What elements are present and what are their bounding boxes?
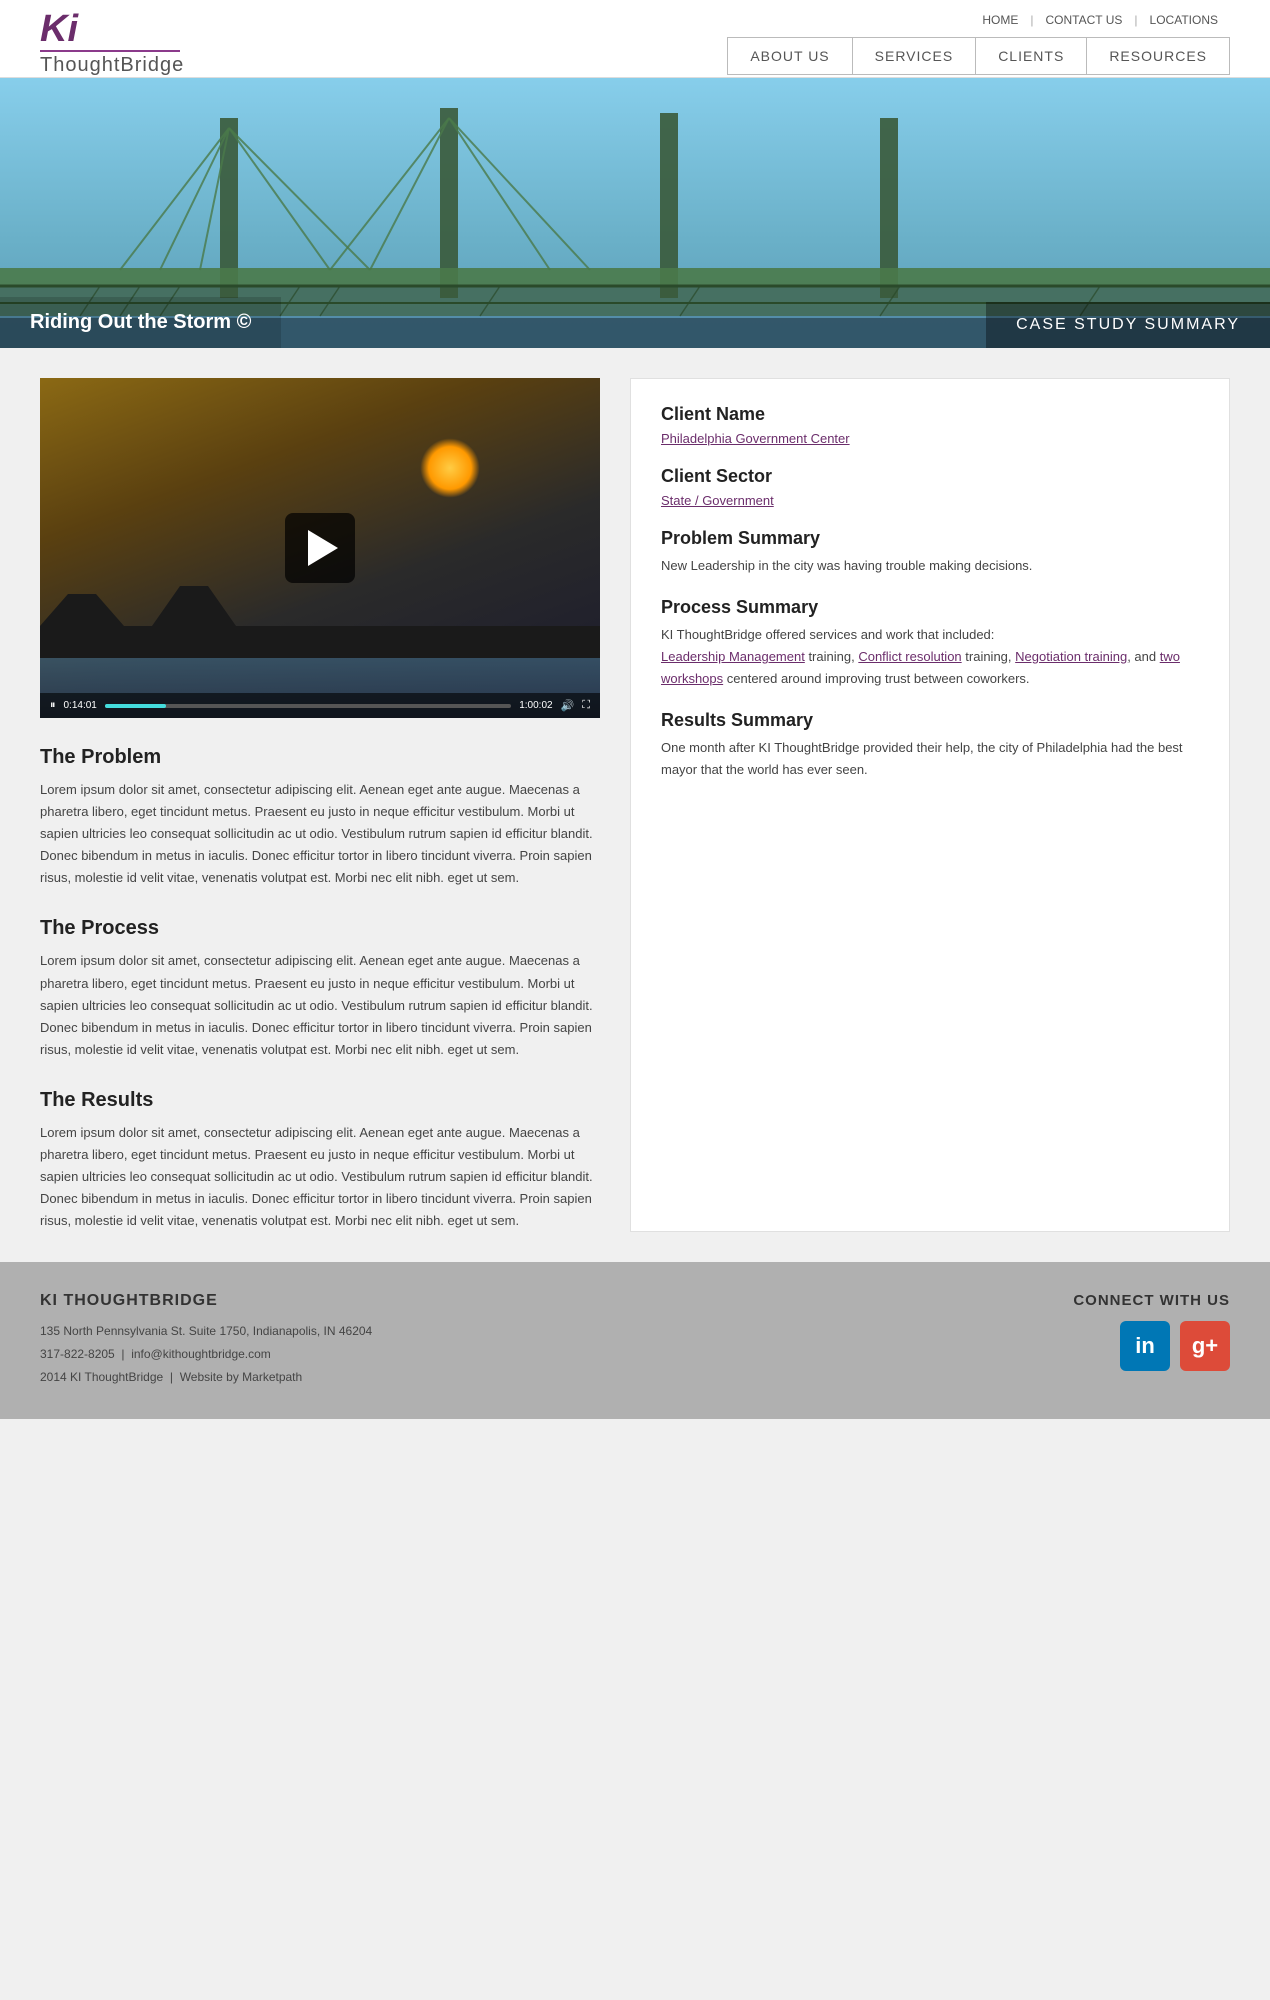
nav-clients[interactable]: CLIENTS bbox=[976, 37, 1087, 75]
nav-buttons: ABOUT US SERVICES CLIENTS RESOURCES bbox=[727, 37, 1230, 75]
client-sector-label: Client Sector bbox=[661, 466, 1199, 487]
main-content: ⏸ 0:14:01 1:00:02 🔊 ⛶ The Problem Lorem … bbox=[0, 348, 1270, 1262]
link3-after: , and bbox=[1127, 649, 1160, 664]
video-bridge-silhouette bbox=[40, 578, 600, 658]
contact-link[interactable]: CONTACT US bbox=[1034, 13, 1135, 27]
client-sector-value[interactable]: State / Government bbox=[661, 493, 1199, 508]
gplus-label: g+ bbox=[1192, 1333, 1218, 1359]
fullscreen-button[interactable]: ⛶ bbox=[582, 699, 590, 712]
hero-case-study-overlay: CASE STUDY SUMMARY bbox=[986, 302, 1270, 348]
footer: KI THOUGHTBRIDGE 135 North Pennsylvania … bbox=[0, 1262, 1270, 1418]
footer-copyright: 2014 KI ThoughtBridge bbox=[40, 1370, 163, 1384]
logo-underline bbox=[40, 50, 180, 52]
footer-copyright-sep: | bbox=[167, 1370, 180, 1384]
footer-contact: 317-822-8205 | info@kithoughtbridge.com bbox=[40, 1343, 372, 1366]
logo-ki-text: Ki bbox=[40, 8, 78, 50]
client-name-label: Client Name bbox=[661, 404, 1199, 425]
logo-area: Ki ThoughtBridge bbox=[40, 10, 184, 77]
social-icons: in g+ bbox=[1073, 1321, 1230, 1371]
footer-right: CONNECT WITH US in g+ bbox=[1073, 1292, 1230, 1371]
hero-title-overlay: Riding Out the Storm © bbox=[0, 297, 281, 348]
linkedin-label: in bbox=[1135, 1333, 1155, 1359]
link2-after: training, bbox=[962, 649, 1012, 664]
negotiation-training-link[interactable]: Negotiation training bbox=[1015, 649, 1127, 664]
footer-website-by: Website by Marketpath bbox=[180, 1370, 303, 1384]
problem-summary-label: Problem Summary bbox=[661, 528, 1199, 549]
video-sunset bbox=[420, 438, 480, 498]
hero-banner: Riding Out the Storm © CASE STUDY SUMMAR… bbox=[0, 78, 1270, 348]
link4-after: centered around improving trust between … bbox=[723, 671, 1029, 686]
right-sidebar: Client Name Philadelphia Government Cent… bbox=[630, 378, 1230, 1232]
process-summary-text: KI ThoughtBridge offered services and wo… bbox=[661, 624, 1199, 690]
locations-link[interactable]: LOCATIONS bbox=[1138, 13, 1230, 27]
conflict-resolution-link[interactable]: Conflict resolution bbox=[858, 649, 961, 664]
footer-phone-sep: | bbox=[118, 1347, 131, 1361]
problem-title: The Problem bbox=[40, 746, 600, 769]
hero-title: Riding Out the Storm © bbox=[30, 311, 251, 333]
footer-address: 135 North Pennsylvania St. Suite 1750, I… bbox=[40, 1320, 372, 1343]
link1-after: training, bbox=[805, 649, 855, 664]
top-bar: Ki ThoughtBridge HOME | CONTACT US | LOC… bbox=[0, 0, 1270, 78]
linkedin-icon[interactable]: in bbox=[1120, 1321, 1170, 1371]
time-elapsed: 0:14:01 bbox=[64, 700, 97, 711]
progress-bar[interactable] bbox=[105, 704, 511, 708]
process-title: The Process bbox=[40, 917, 600, 940]
home-link[interactable]: HOME bbox=[970, 13, 1030, 27]
pause-button[interactable]: ⏸ bbox=[50, 699, 56, 712]
problem-summary-text: New Leadership in the city was having tr… bbox=[661, 555, 1199, 577]
gplus-icon[interactable]: g+ bbox=[1180, 1321, 1230, 1371]
footer-copyright-row: 2014 KI ThoughtBridge | Website by Marke… bbox=[40, 1366, 372, 1389]
results-summary-text: One month after KI ThoughtBridge provide… bbox=[661, 737, 1199, 781]
nav-services[interactable]: SERVICES bbox=[853, 37, 977, 75]
process-summary-label: Process Summary bbox=[661, 597, 1199, 618]
volume-button[interactable]: 🔊 bbox=[561, 699, 575, 712]
hero-case-study-label: CASE STUDY SUMMARY bbox=[1016, 316, 1240, 333]
results-title: The Results bbox=[40, 1089, 600, 1112]
video-controls: ⏸ 0:14:01 1:00:02 🔊 ⛶ bbox=[40, 693, 600, 718]
results-body: Lorem ipsum dolor sit amet, consectetur … bbox=[40, 1122, 600, 1232]
footer-left: KI THOUGHTBRIDGE 135 North Pennsylvania … bbox=[40, 1292, 372, 1388]
progress-fill bbox=[105, 704, 166, 708]
process-intro: KI ThoughtBridge offered services and wo… bbox=[661, 627, 994, 642]
connect-label: CONNECT WITH US bbox=[1073, 1292, 1230, 1309]
time-total: 1:00:02 bbox=[519, 700, 552, 711]
client-name-value[interactable]: Philadelphia Government Center bbox=[661, 431, 1199, 446]
top-links: HOME | CONTACT US | LOCATIONS bbox=[970, 13, 1230, 27]
footer-brand: KI THOUGHTBRIDGE bbox=[40, 1292, 372, 1310]
logo-ki: Ki bbox=[40, 10, 78, 48]
logo-brand-text: ThoughtBridge bbox=[40, 54, 184, 77]
nav-about-us[interactable]: ABOUT US bbox=[727, 37, 852, 75]
process-body: Lorem ipsum dolor sit amet, consectetur … bbox=[40, 950, 600, 1060]
problem-body: Lorem ipsum dolor sit amet, consectetur … bbox=[40, 779, 600, 889]
play-button[interactable] bbox=[285, 513, 355, 583]
leadership-management-link[interactable]: Leadership Management bbox=[661, 649, 805, 664]
top-right: HOME | CONTACT US | LOCATIONS ABOUT US S… bbox=[727, 13, 1230, 75]
play-icon bbox=[308, 530, 338, 566]
footer-email[interactable]: info@kithoughtbridge.com bbox=[131, 1347, 271, 1361]
nav-resources[interactable]: RESOURCES bbox=[1087, 37, 1230, 75]
video-player[interactable]: ⏸ 0:14:01 1:00:02 🔊 ⛶ bbox=[40, 378, 600, 718]
footer-phone: 317-822-8205 bbox=[40, 1347, 115, 1361]
left-column: ⏸ 0:14:01 1:00:02 🔊 ⛶ The Problem Lorem … bbox=[40, 378, 600, 1232]
results-summary-label: Results Summary bbox=[661, 710, 1199, 731]
